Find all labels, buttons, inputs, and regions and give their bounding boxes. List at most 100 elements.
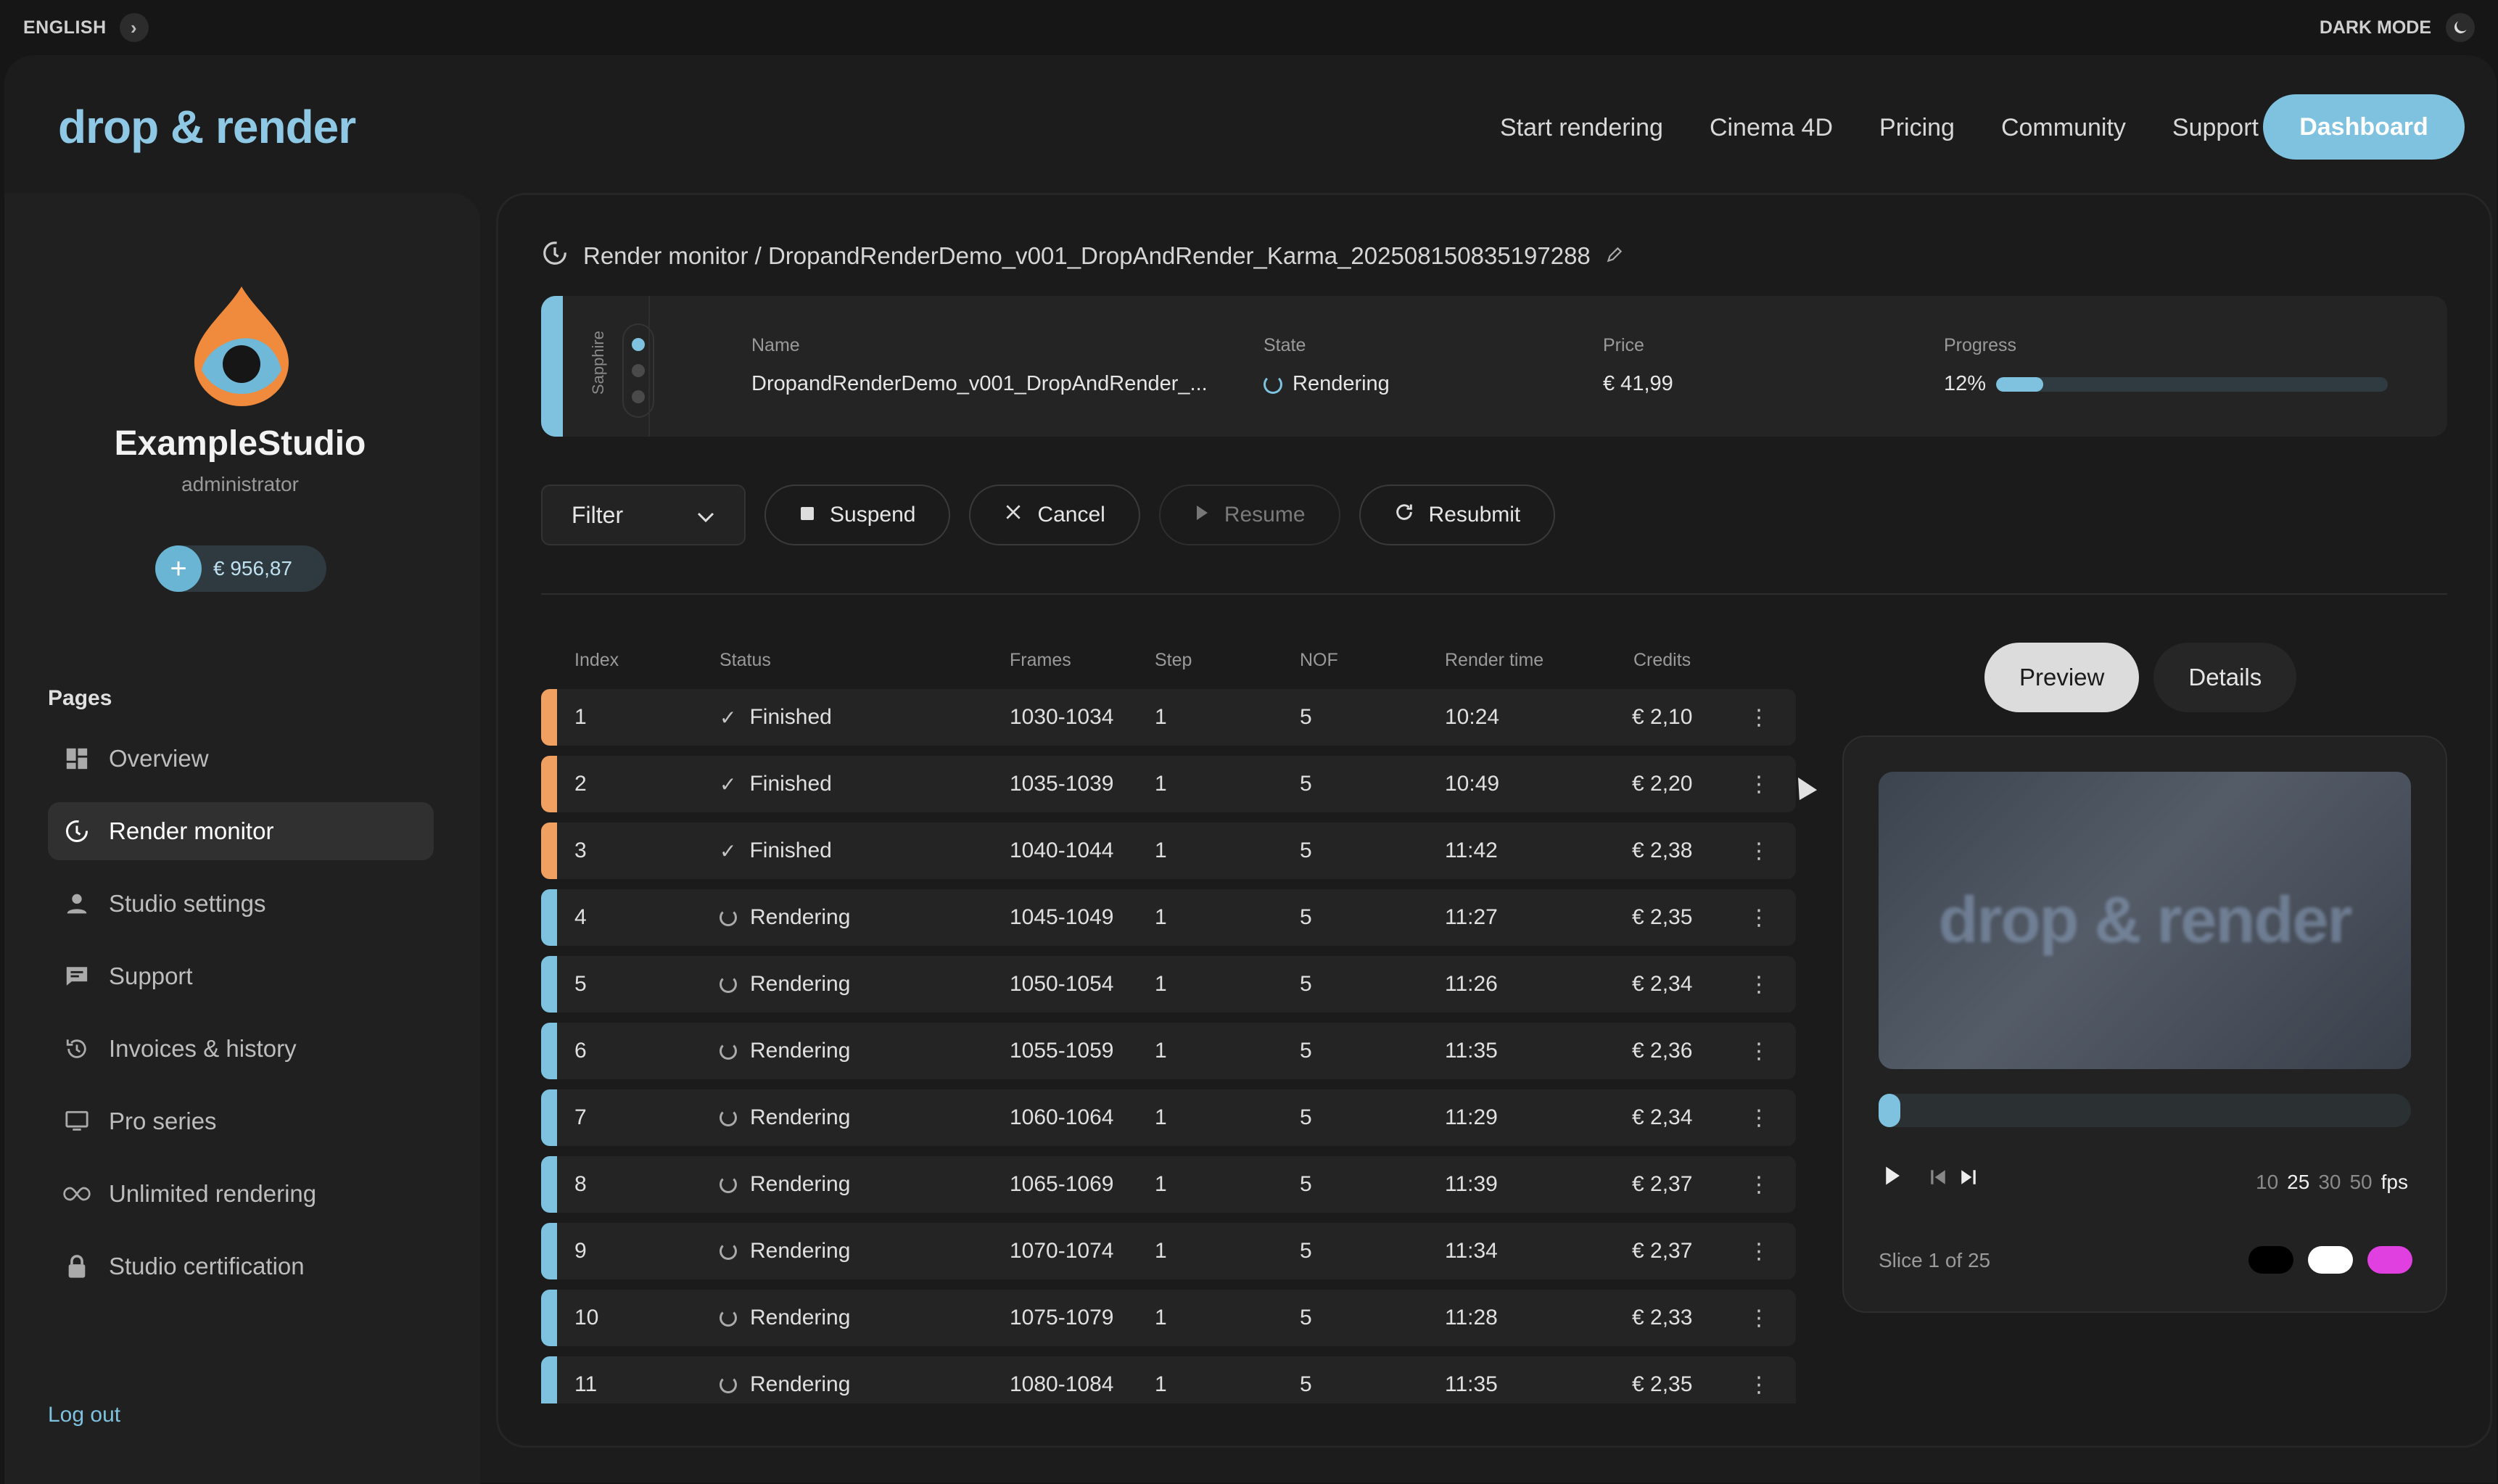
resume-button[interactable]: Resume [1158,485,1340,545]
cell-nof-text: 5 [1300,838,1312,862]
language-selector[interactable]: ENGLISH › [23,13,149,42]
kebab-menu-icon[interactable]: ⋮ [1748,956,1770,1013]
job-name-field: Name DropandRenderDemo_v001_DropAndRende… [751,335,1208,396]
table-row[interactable]: 2 ✓ Finished 1035-1039 1 5 10:49 € 2,20 ⋮ [541,756,1796,812]
nav-pricing[interactable]: Pricing [1879,114,1955,142]
dark-mode-label: DARK MODE [2319,17,2431,38]
cell-index: 9 [574,1223,587,1279]
col-nof[interactable]: NOF [1300,650,1338,671]
table-row[interactable]: 11 Rendering 1080-1084 1 5 11:35 € 2,35 ⋮ [541,1356,1796,1403]
col-render-time[interactable]: Render time [1445,650,1543,671]
col-step[interactable]: Step [1155,650,1192,671]
cell-index-text: 5 [574,972,587,996]
sidebar-item-pro-series[interactable]: Pro series [48,1092,434,1150]
cell-step: 1 [1155,1356,1167,1403]
job-progress-label: Progress [1944,335,2017,355]
table-row[interactable]: 9 Rendering 1070-1074 1 5 11:34 € 2,37 ⋮ [541,1223,1796,1279]
skip-forward-icon[interactable] [1958,1166,1979,1192]
cell-frames-text: 1065-1069 [1010,1172,1114,1196]
nav-cinema-4d[interactable]: Cinema 4D [1710,114,1833,142]
sidebar-item-overview[interactable]: Overview [48,730,434,788]
resubmit-button[interactable]: Resubmit [1359,485,1556,545]
sidebar-item-studio-certification[interactable]: Studio certification [48,1237,434,1295]
table-row[interactable]: 6 Rendering 1055-1059 1 5 11:35 € 2,36 ⋮ [541,1023,1796,1079]
table-row[interactable]: 8 Rendering 1065-1069 1 5 11:39 € 2,37 ⋮ [541,1156,1796,1213]
cell-frames: 1045-1049 [1010,889,1113,946]
kebab-menu-icon[interactable]: ⋮ [1748,1356,1770,1403]
cell-nof: 5 [1300,756,1312,812]
kebab-menu-icon[interactable]: ⋮ [1748,1156,1770,1213]
filter-dropdown[interactable]: Filter [541,485,746,545]
job-summary-card: Sapphire Name DropandRenderDemo_v001_Dro… [541,296,2447,437]
sidebar-item-invoices-history[interactable]: Invoices & history [48,1020,434,1078]
lock-icon [62,1252,91,1281]
suspend-button[interactable]: Suspend [764,485,951,545]
cell-credits: € 2,37 [1632,1156,1692,1213]
tab-details[interactable]: Details [2153,643,2297,712]
kebab-menu-icon[interactable]: ⋮ [1748,823,1770,879]
swatch-white[interactable] [2308,1246,2353,1274]
job-name: DropandRenderDemo_v001_DropAndRender_... [751,372,1208,395]
kebab-menu-icon[interactable]: ⋮ [1748,1290,1770,1346]
table-row[interactable]: 1 ✓ Finished 1030-1034 1 5 10:24 € 2,10 ⋮ [541,689,1796,746]
sidebar-item-render-monitor[interactable]: Render monitor [48,802,434,860]
pencil-icon[interactable] [1605,242,1624,270]
table-row[interactable]: 5 Rendering 1050-1054 1 5 11:26 € 2,34 ⋮ [541,956,1796,1013]
kebab-menu-icon[interactable]: ⋮ [1748,689,1770,746]
play-icon[interactable] [1883,1165,1902,1192]
fps-option-30[interactable]: 30 [2318,1171,2341,1194]
cell-status-text: Rendering [750,1172,851,1196]
table-row[interactable]: 7 Rendering 1060-1064 1 5 11:29 € 2,34 ⋮ [541,1089,1796,1146]
render-monitor-icon [62,817,91,846]
fps-option-50[interactable]: 50 [2349,1171,2372,1194]
table-row[interactable]: 10 Rendering 1075-1079 1 5 11:28 € 2,33 ⋮ [541,1290,1796,1346]
kebab-menu-icon[interactable]: ⋮ [1748,889,1770,946]
dashboard-button[interactable]: Dashboard [2263,94,2465,160]
preview-timeline[interactable] [1879,1094,2411,1127]
kebab-menu-icon[interactable]: ⋮ [1748,756,1770,812]
nav-start-rendering[interactable]: Start rendering [1500,114,1663,142]
col-credits[interactable]: Credits [1633,650,1691,671]
sidebar-item-unlimited-rendering[interactable]: Unlimited rendering [48,1165,434,1223]
credit-balance[interactable]: + € 956,87 [155,545,326,592]
tab-preview[interactable]: Preview [1984,643,2140,712]
kebab-menu-icon[interactable]: ⋮ [1748,1089,1770,1146]
history-icon [62,1034,91,1063]
fps-option-25[interactable]: 25 [2287,1171,2309,1194]
row-status-stripe [541,1089,557,1146]
monitor-icon [62,1107,91,1136]
cell-render-time-text: 11:35 [1445,1372,1498,1396]
logout-link[interactable]: Log out [48,1403,120,1427]
cell-index: 2 [574,756,587,812]
table-row[interactable]: 3 ✓ Finished 1040-1044 1 5 11:42 € 2,38 ⋮ [541,823,1796,879]
skip-back-icon[interactable] [1928,1166,1948,1192]
brand-logo[interactable]: drop & render [58,100,356,154]
preview-image[interactable]: drop & render [1879,772,2411,1069]
col-frames[interactable]: Frames [1010,650,1071,671]
resume-label: Resume [1224,503,1306,527]
sidebar-item-studio-settings[interactable]: Studio settings [48,875,434,933]
job-progress-field: Progress 12% [1944,335,2388,396]
fps-option-10[interactable]: 10 [2256,1171,2278,1194]
cell-nof: 5 [1300,1156,1312,1213]
timeline-handle[interactable] [1879,1094,1900,1127]
kebab-menu-icon[interactable]: ⋮ [1748,1223,1770,1279]
nav-support[interactable]: Support [2172,114,2259,142]
swatch-black[interactable] [2248,1246,2293,1274]
swatch-magenta[interactable] [2367,1246,2412,1274]
row-status-stripe [541,956,557,1013]
kebab-menu-icon[interactable]: ⋮ [1748,1023,1770,1079]
moon-icon[interactable] [2446,13,2475,42]
col-status[interactable]: Status [720,650,771,671]
cancel-button[interactable]: Cancel [969,485,1140,545]
chevron-right-icon[interactable]: › [119,13,149,42]
table-row[interactable]: 4 Rendering 1045-1049 1 5 11:27 € 2,35 ⋮ [541,889,1796,946]
sidebar-item-label: Unlimited rendering [109,1180,317,1207]
col-index[interactable]: Index [574,650,619,671]
add-credit-icon[interactable]: + [155,545,202,592]
cell-frames-text: 1030-1034 [1010,705,1114,729]
dark-mode-toggle[interactable]: DARK MODE [2320,13,2475,42]
sidebar-item-support[interactable]: Support [48,947,434,1005]
cell-nof: 5 [1300,1089,1312,1146]
nav-community[interactable]: Community [2001,114,2126,142]
